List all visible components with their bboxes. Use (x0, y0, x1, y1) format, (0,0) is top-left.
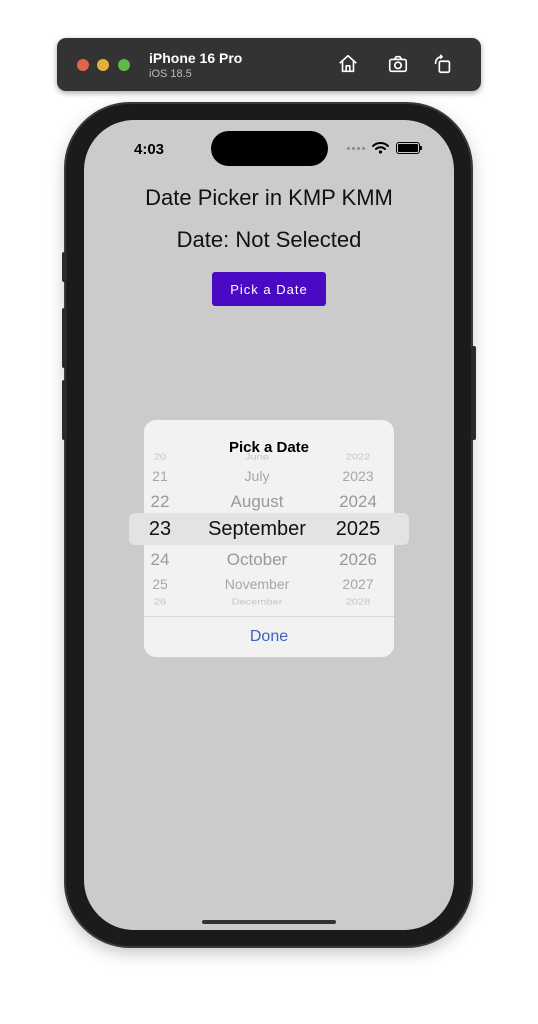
home-icon[interactable] (337, 53, 359, 75)
wifi-icon (372, 142, 389, 154)
day-item[interactable]: 22 (144, 491, 176, 512)
status-icons (347, 142, 422, 154)
home-indicator[interactable] (202, 920, 336, 924)
year-item[interactable]: 2028 (322, 597, 394, 608)
battery-icon (396, 142, 422, 154)
volume-down-button (62, 380, 67, 440)
cellular-signal-icon (347, 146, 365, 150)
simulator-toolbar: iPhone 16 Pro iOS 18.5 (57, 38, 481, 91)
month-item[interactable]: August (192, 491, 322, 512)
device-os-version: iOS 18.5 (149, 68, 192, 80)
year-item[interactable]: 2024 (322, 491, 394, 512)
year-item[interactable]: 2026 (322, 549, 394, 570)
month-item[interactable]: September (192, 517, 322, 541)
volume-up-button (62, 308, 67, 368)
date-picker-dialog: Pick a Date 20 21 22 23 24 25 26 June July Augus… (129, 420, 409, 657)
screenshot-icon[interactable] (387, 53, 409, 75)
minimize-window-button[interactable] (97, 59, 109, 71)
rotate-icon[interactable] (432, 53, 454, 75)
dialog-title: Pick a Date (228, 439, 310, 456)
power-button (471, 346, 476, 440)
done-button[interactable]: Done (144, 617, 394, 657)
day-item[interactable]: 25 (144, 575, 176, 593)
month-item[interactable]: July (192, 467, 322, 485)
day-item[interactable]: 24 (144, 549, 176, 570)
year-item[interactable]: 2025 (322, 517, 394, 541)
pick-date-button[interactable]: Pick a Date (212, 272, 326, 306)
month-item[interactable]: October (192, 549, 322, 570)
device-name: iPhone 16 Pro (149, 50, 243, 66)
day-item[interactable]: 23 (144, 517, 176, 541)
selected-date-label: Date: Not Selected (176, 227, 362, 252)
page-title: Date Picker in KMP KMM (145, 185, 393, 210)
phone-screen: 4:03 Date Picker in KMP KMM Date: Not Se… (84, 120, 454, 930)
zoom-window-button[interactable] (118, 59, 130, 71)
day-item[interactable]: 21 (144, 467, 176, 485)
day-item[interactable]: 26 (144, 597, 176, 608)
month-item[interactable]: November (192, 575, 322, 593)
dynamic-island (211, 131, 328, 166)
month-item[interactable]: December (192, 597, 322, 608)
action-button (62, 252, 67, 282)
year-item[interactable]: 2023 (322, 467, 394, 485)
year-item[interactable]: 2027 (322, 575, 394, 593)
status-time: 4:03 (134, 141, 165, 158)
close-window-button[interactable] (77, 59, 89, 71)
